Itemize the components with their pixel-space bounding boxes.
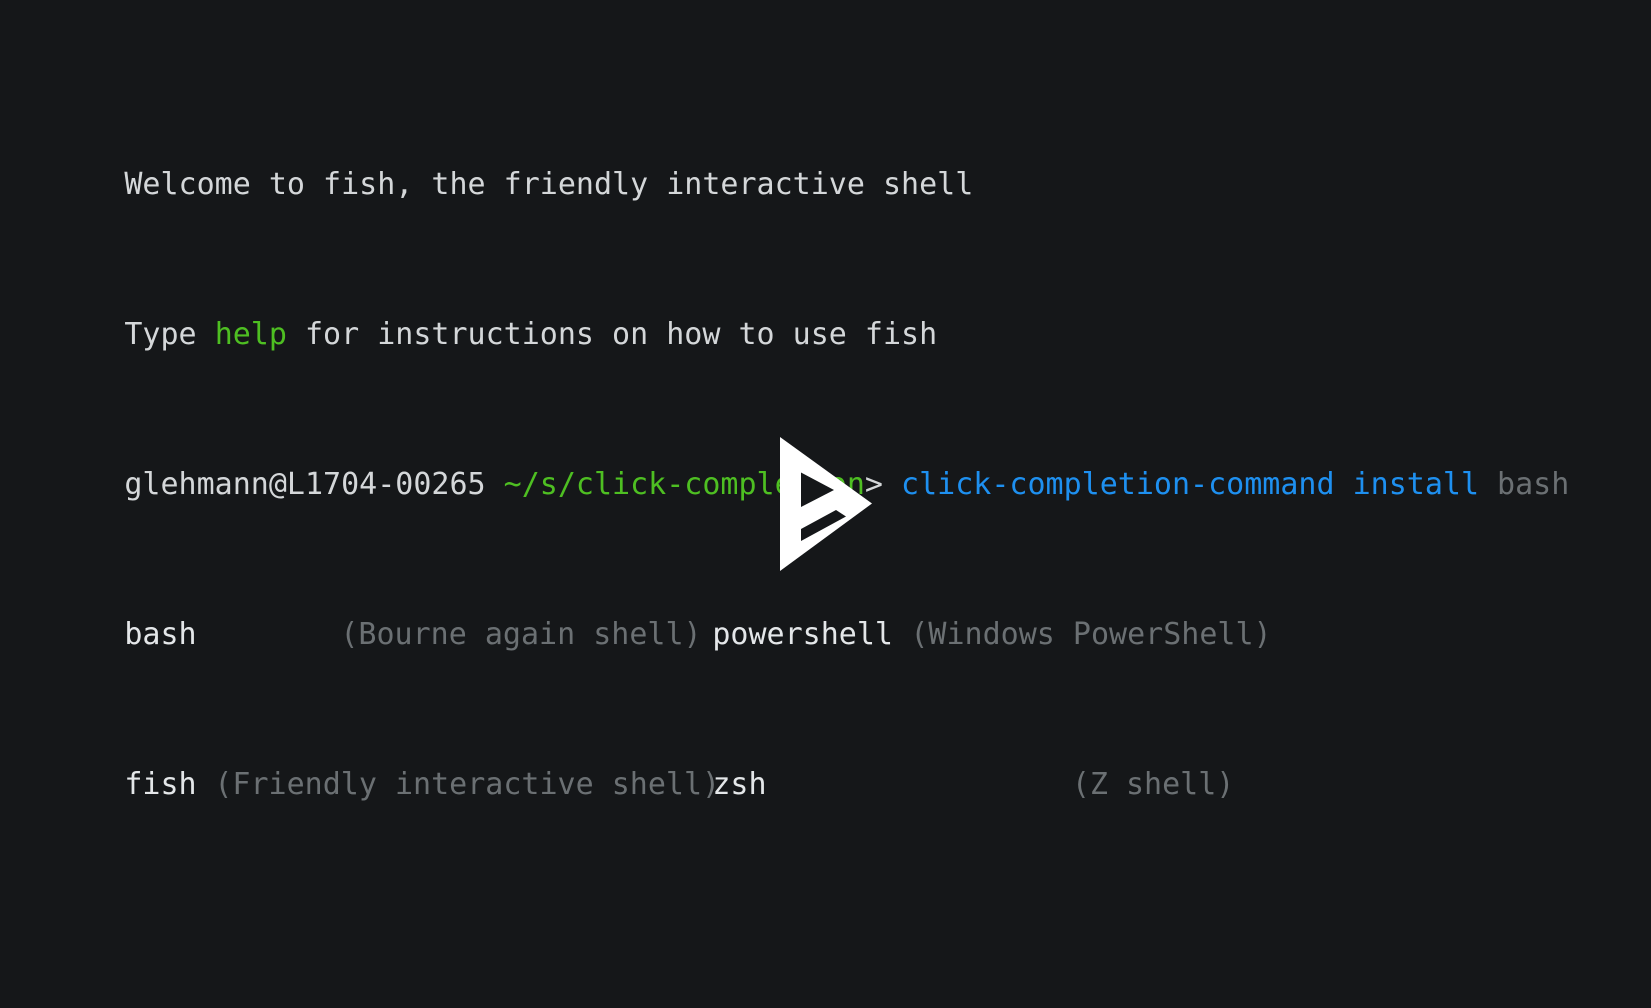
asciinema-play-logo[interactable]: Play xyxy=(779,437,872,571)
play-button-overlay[interactable]: Play xyxy=(0,0,1651,1008)
terminal-screen: Welcome to fish, the friendly interactiv… xyxy=(0,0,1651,1008)
